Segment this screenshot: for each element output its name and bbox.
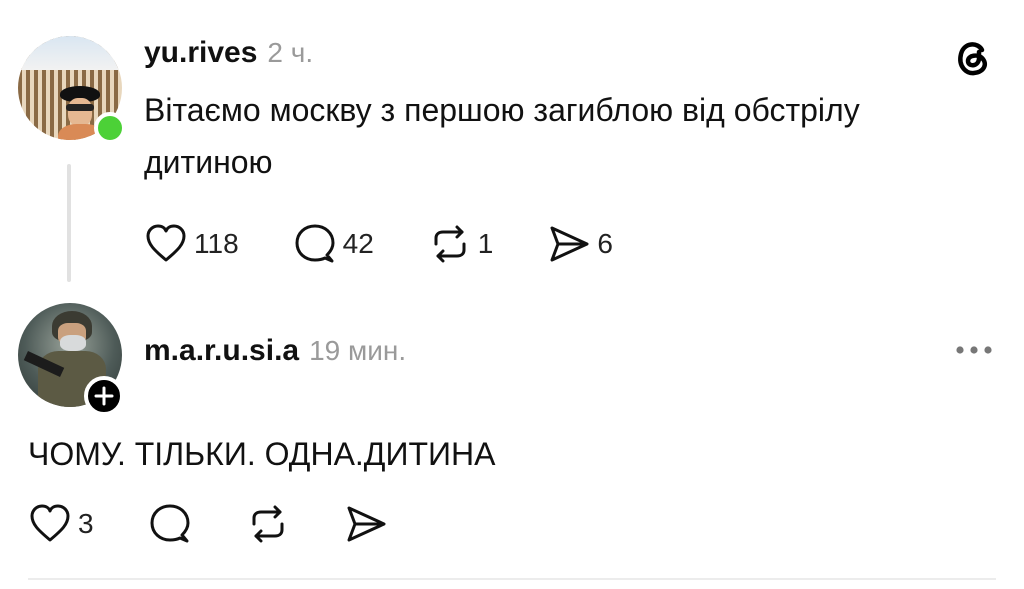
more-dots-icon[interactable] (954, 340, 994, 360)
post-body: Вітаємо москву з першою загиблою від обс… (144, 84, 860, 188)
reply-text: ЧОМУ. ТІЛЬКИ. ОДНА.ДИТИНА (28, 436, 496, 472)
repost-icon (252, 505, 284, 543)
online-status-indicator (94, 112, 126, 144)
comment-count: 42 (342, 228, 374, 259)
heart-icon (146, 224, 186, 262)
share-button[interactable] (344, 502, 388, 546)
thread-connector-line (67, 164, 71, 282)
share-button[interactable]: 6 (547, 222, 613, 266)
comment-bubble-icon (150, 504, 190, 543)
avatar-background (18, 36, 122, 70)
plus-icon (94, 386, 114, 406)
comment-button[interactable] (148, 502, 192, 546)
repost-button[interactable]: 1 (428, 222, 494, 266)
post-text-line: Вітаємо москву з першою загиблою від обс… (144, 92, 860, 128)
reply-header: m.a.r.u.si.a 19 мин. (144, 334, 406, 368)
send-icon (550, 226, 589, 262)
heart-icon (30, 504, 70, 542)
like-button[interactable]: 118 (144, 222, 239, 266)
post-header: yu.rives 2 ч. (144, 36, 313, 70)
post-username[interactable]: yu.rives (144, 36, 257, 70)
comment-bubble-icon (295, 224, 335, 263)
like-count: 118 (194, 228, 239, 259)
threads-logo-icon[interactable] (952, 36, 994, 78)
avatar-glasses (66, 104, 94, 111)
post-divider (28, 578, 996, 580)
post-actions: 118 42 1 6 (144, 222, 613, 266)
share-count: 6 (597, 228, 613, 259)
like-count: 3 (78, 508, 94, 539)
reply-timestamp: 19 мин. (309, 335, 407, 366)
post-timestamp: 2 ч. (267, 37, 314, 68)
repost-count: 1 (477, 228, 494, 259)
send-icon (347, 506, 386, 542)
repost-icon (434, 225, 466, 263)
avatar-face (68, 98, 92, 126)
follow-button[interactable] (84, 376, 124, 416)
post-text-line: дитиною (144, 144, 273, 180)
reply-username[interactable]: m.a.r.u.si.a (144, 334, 299, 368)
avatar-gas-mask (60, 335, 86, 351)
reply-actions: 3 (28, 502, 388, 546)
comment-button[interactable]: 42 (293, 222, 374, 266)
like-button[interactable]: 3 (28, 502, 94, 546)
repost-button[interactable] (246, 502, 290, 546)
